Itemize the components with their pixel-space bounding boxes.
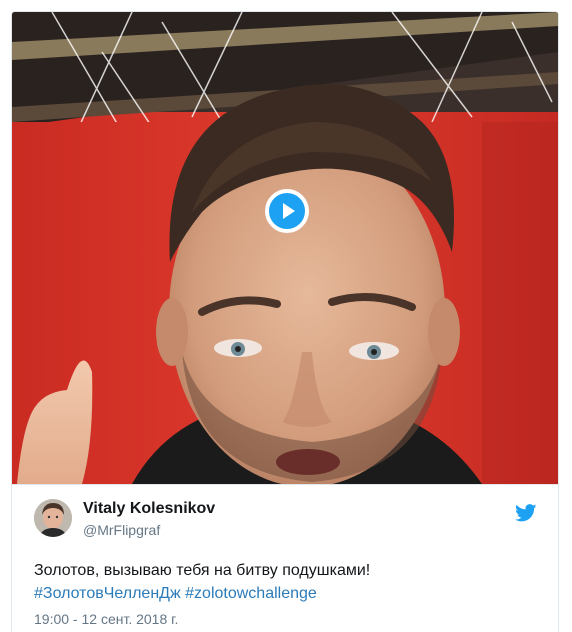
twitter-bird-icon[interactable] [515, 504, 537, 522]
author-name[interactable]: Vitaly Kolesnikov [83, 500, 215, 518]
video-frame-image [12, 12, 558, 484]
play-icon [283, 203, 295, 219]
author-handle[interactable]: @MrFlipgraf [83, 522, 160, 538]
tweet-text: Золотов, вызываю тебя на битву подушками… [34, 559, 544, 605]
avatar-photo [34, 499, 72, 537]
play-button[interactable] [265, 189, 309, 233]
video-thumbnail[interactable] [12, 12, 558, 484]
tweet-body: Vitaly Kolesnikov @MrFlipgraf Золотов, в… [12, 484, 558, 632]
hashtag-link[interactable]: #ЗолотовЧелленДж [34, 585, 181, 602]
tweet-timestamp[interactable]: 19:00 - 12 сент. 2018 г. [34, 611, 178, 627]
tweet-hashtags: #ЗолотовЧелленДж #zolotowchallenge [34, 582, 544, 605]
avatar[interactable] [34, 499, 72, 537]
hashtag-link[interactable]: #zolotowchallenge [185, 585, 317, 602]
tweet-message: Золотов, вызываю тебя на битву подушками… [34, 562, 371, 579]
embedded-tweet-card[interactable]: Vitaly Kolesnikov @MrFlipgraf Золотов, в… [11, 11, 559, 632]
